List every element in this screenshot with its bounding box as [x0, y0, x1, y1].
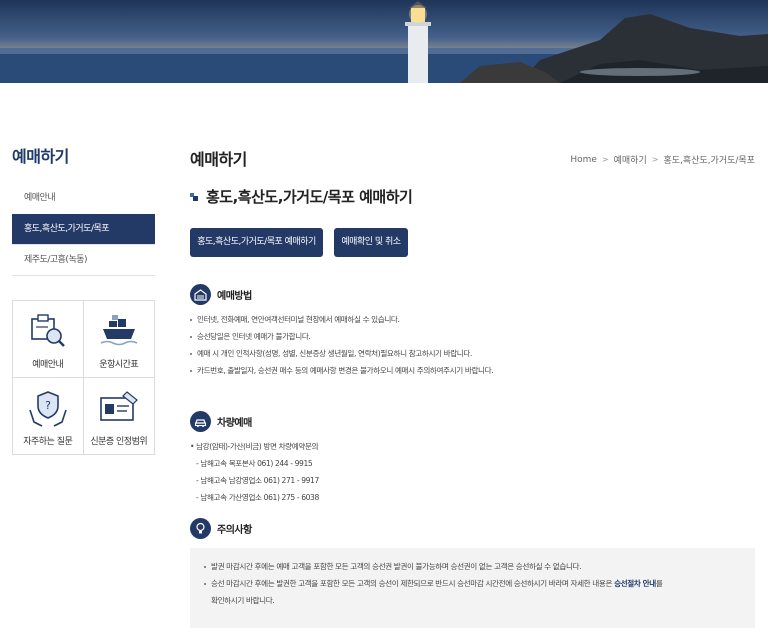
faq-hands-icon: ? [28, 390, 67, 427]
vehicle-line: - 남해고속 남강영업소 061) 271 - 9917 [196, 476, 319, 485]
car-icon [190, 411, 211, 432]
building-icon [190, 284, 211, 305]
quick-link-booking-guide[interactable]: 예매안내 [13, 301, 84, 378]
section-sub-title: 홍도,흑산도,가거도/목포 예매하기 [190, 186, 413, 207]
breadcrumb-booking[interactable]: 예매하기 [614, 153, 647, 166]
caution-section-title: 주의사항 [217, 525, 252, 536]
vehicle-line: • 남강(암태)-가산(비금) 방면 차량예약문의 [190, 442, 319, 451]
ship-icon [100, 315, 138, 346]
lighthouse-banner-image [0, 1, 768, 83]
id-card-icon [99, 390, 138, 421]
sidebar-item-jeju[interactable]: 제주도/고흥(녹동) [12, 245, 155, 276]
caution-section-header: 주의사항 [190, 518, 252, 539]
quick-link-timetable[interactable]: 운항시간표 [83, 301, 154, 378]
quick-link-label: 신분증 인정범위 [90, 436, 148, 447]
caution-item: 승선 마감시간 후에는 발권한 고객을 포함한 모든 고객의 승선이 제한되므로… [204, 575, 741, 592]
vehicle-line: - 남해고속 목포본사 061) 244 - 9915 [196, 459, 313, 468]
list-item: 인터넷, 전화예매, 연안여객선터미널 현장에서 예매하실 수 있습니다. [190, 311, 493, 328]
list-item: 예매 시 개인 인적사항(성명, 성별, 신분증상 생년월일, 연락처)필요하니… [190, 345, 493, 362]
breadcrumb-home[interactable]: Home [570, 155, 597, 165]
quick-link-id-range[interactable]: 신분증 인정범위 [84, 378, 155, 455]
breadcrumb-separator-icon: > [601, 155, 609, 164]
page-title: 예매하기 [190, 150, 247, 169]
sidebar-title: 예매하기 [12, 147, 69, 166]
quick-link-label: 운항시간표 [99, 360, 139, 370]
method-list: 인터넷, 전화예매, 연안여객선터미널 현장에서 예매하실 수 있습니다. 승선… [190, 311, 494, 379]
vehicle-info: • 남강(암태)-가산(비금) 방면 차량예약문의 - 남해고속 목포본사 06… [190, 438, 319, 506]
header-banner [0, 0, 768, 83]
sidebar-menu: 예매안내 홍도,흑산도,가거도/목포 제주도/고흥(녹동) [12, 183, 155, 276]
search-document-icon [30, 314, 65, 347]
vehicle-line: - 남해고속 가산영업소 061) 275 - 6038 [196, 493, 319, 502]
quick-link-label: 예매안내 [32, 360, 64, 370]
caution-box: 발권 마감시간 후에는 예매 고객을 포함한 모든 고객의 승선권 발권이 불가… [190, 548, 755, 628]
book-hongdo-button[interactable]: 홍도,흑산도,가거도/목포 예매하기 [190, 228, 323, 257]
sidebar-item-hongdo[interactable]: 홍도,흑산도,가거도/목포 [12, 214, 155, 245]
sidebar-item-booking-guide[interactable]: 예매안내 [12, 183, 155, 214]
vehicle-section-title: 차량예매 [217, 418, 252, 429]
method-section-header: 예매방법 [190, 284, 252, 305]
quick-link-faq[interactable]: ? 자주하는 질문 [13, 377, 84, 454]
breadcrumb-current: 홍도,흑산도,가거도/목포 [663, 156, 755, 166]
sub-title-text: 홍도,흑산도,가거도/목포 예매하기 [206, 188, 413, 206]
method-section-title: 예매방법 [217, 291, 252, 302]
svg-text:?: ? [45, 399, 51, 412]
caution-item: 발권 마감시간 후에는 예매 고객을 포함한 모든 고객의 승선권 발권이 불가… [204, 558, 741, 575]
boarding-procedure-link[interactable]: 승선절차 안내 [614, 579, 656, 588]
check-cancel-button[interactable]: 예매확인 및 취소 [334, 228, 408, 257]
breadcrumb: Home > 예매하기 > 홍도,흑산도,가거도/목포 [570, 153, 755, 167]
list-item: 카드번호, 출발일자, 승선권 매수 등의 예매사항 변경은 불가하오니 예매시… [190, 362, 494, 379]
lightbulb-icon [190, 518, 211, 539]
quick-link-label: 자주하는 질문 [23, 436, 73, 447]
vehicle-section-header: 차량예매 [190, 411, 252, 432]
list-item: 승선당일은 인터넷 예매가 불가합니다. [190, 328, 493, 345]
breadcrumb-separator-icon: > [651, 155, 659, 164]
quick-links-grid: 예매안내 운항시간표 ? 자주하는 질문 신분증 인정범위 [12, 300, 155, 455]
square-bullet-icon [190, 192, 198, 201]
caution-item-continued: 확인하시기 바랍니다. [211, 596, 275, 605]
